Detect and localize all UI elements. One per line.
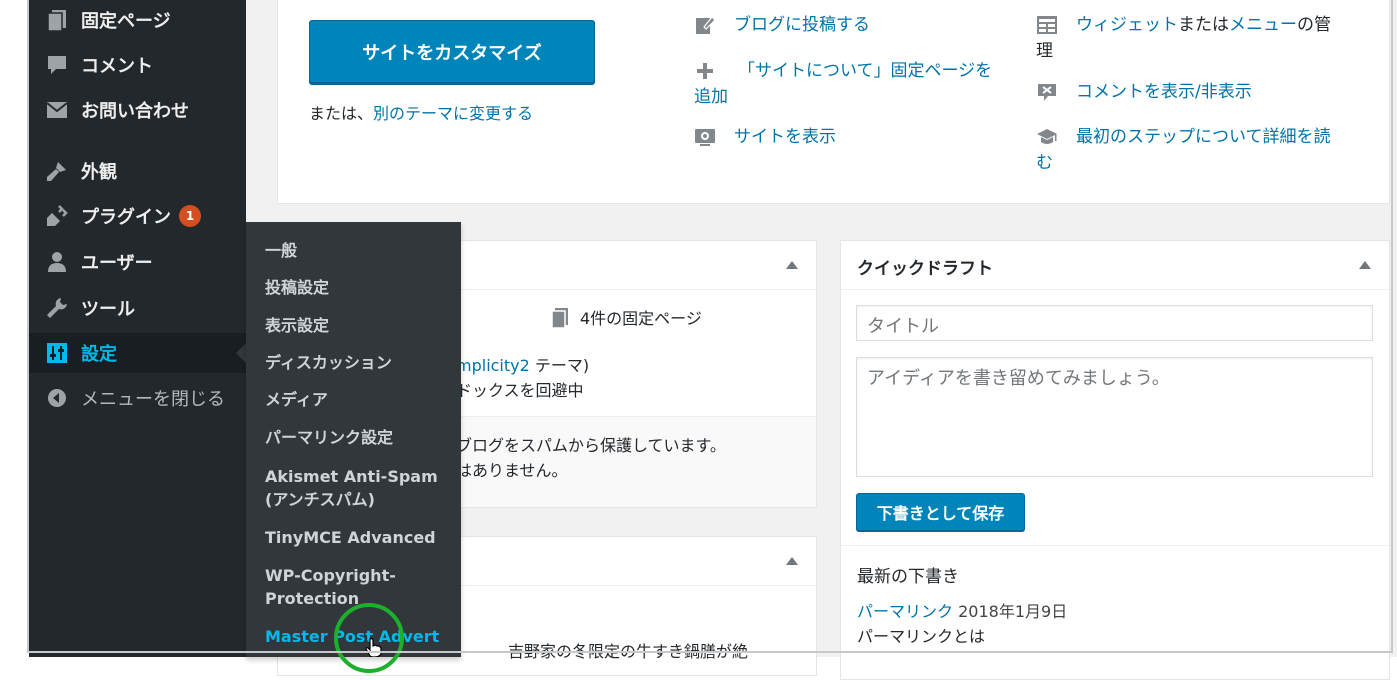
sidebar-item-label: ツール [81, 299, 135, 320]
sidebar-item-label: ユーザー [81, 253, 153, 274]
draft-content-textarea[interactable]: アイディアを書き留めてみましょう。 [856, 357, 1373, 477]
sidebar-item-comments[interactable]: コメント [29, 45, 246, 85]
submenu-arrow [236, 343, 246, 363]
manage-text-wrap: 理 [1036, 41, 1053, 61]
submenu-discussion[interactable]: ディスカッション [265, 351, 455, 374]
write-post-label: ブログに投稿する [734, 15, 870, 35]
toggle-comments-link[interactable]: コメントを表示/非表示 [1036, 79, 1376, 105]
at-a-glance-toggle-icon[interactable] [786, 261, 798, 269]
sidebar-item-label: 設定 [81, 344, 117, 365]
quick-draft-toggle-icon[interactable] [1359, 261, 1371, 269]
toggle-comments-label: コメントを表示/非表示 [1076, 82, 1252, 102]
view-site-link[interactable]: サイトを表示 [694, 124, 1014, 150]
pages-count-icon [551, 308, 568, 329]
change-theme-link[interactable]: 別のテーマに変更する [373, 104, 533, 123]
draft-excerpt: パーマリンクとは [857, 627, 986, 646]
learn-more-label-2: む [1036, 153, 1053, 173]
submenu-reading[interactable]: 表示設定 [265, 314, 455, 337]
sidebar-item-pages[interactable]: 固定ページ [29, 0, 246, 40]
user-icon [45, 250, 69, 274]
plugin-update-badge: 1 [179, 205, 201, 227]
sidebar-item-label: お問い合わせ [81, 101, 189, 122]
sidebar-collapse-menu[interactable]: メニューを閉じる [29, 378, 246, 418]
sidebar-item-tools[interactable]: ツール [29, 288, 246, 328]
draft-date: 2018年1月9日 [958, 602, 1068, 621]
activity-post-link[interactable]: 吉野家の冬限定の牛すき鍋膳が絶 [508, 638, 748, 662]
submenu-media[interactable]: メディア [265, 388, 455, 411]
submenu-tinymce[interactable]: TinyMCE Advanced [265, 526, 455, 549]
add-about-page-label-2: 追加 [694, 87, 728, 107]
quick-draft-divider [841, 545, 1389, 546]
submenu-general[interactable]: 一般 [265, 239, 455, 262]
sidebar-item-settings[interactable]: 設定 [29, 333, 246, 373]
widgets-menus-icon [1037, 16, 1057, 34]
draft-title-link[interactable]: パーマリンク [857, 602, 953, 621]
change-theme-prefix: または、 [309, 104, 374, 123]
customize-site-button[interactable]: サイトをカスタマイズ [309, 20, 595, 83]
quick-draft-title: クイックドラフト [857, 259, 993, 279]
widgets-or-text: または [1178, 15, 1229, 35]
mail-icon [45, 98, 69, 122]
manage-text: の管 [1297, 15, 1331, 35]
sidebar-item-label: 固定ページ [81, 11, 171, 32]
settings-sliders-icon [45, 341, 69, 365]
manage-widgets-menus: ウィジェットまたはメニューの管 理 [1036, 12, 1376, 64]
sidebar-item-appearance[interactable]: 外観 [29, 151, 246, 191]
hand-cursor-icon [365, 638, 382, 657]
write-post-link[interactable]: ブログに投稿する [694, 12, 1014, 38]
view-site-label: サイトを表示 [734, 127, 836, 147]
learn-more-label-1: 最初のステップについて詳細を読 [1076, 127, 1331, 147]
admin-sidebar: 固定ページ コメント お問い合わせ 外観 プラグイン 1 ユーザー ツール 設定… [29, 0, 246, 657]
learn-more-link[interactable]: 最初のステップについて詳細を読 む [1036, 124, 1376, 176]
pages-count-link[interactable]: 4件の固定ページ [580, 305, 702, 329]
graduation-cap-icon [1037, 129, 1057, 144]
akismet-text-2: はありません。 [456, 461, 568, 480]
add-about-page-label-1: 「サイトについて」固定ページを [738, 61, 993, 81]
collapse-arrow-icon [45, 386, 69, 410]
sidebar-item-label: 外観 [81, 162, 117, 183]
recent-drafts-heading: 最新の下書き [857, 567, 959, 587]
save-draft-button[interactable]: 下書きとして保存 [856, 493, 1025, 531]
change-theme-text: または、別のテーマに変更する [309, 100, 533, 124]
sidebar-item-label: メニューを閉じる [81, 389, 225, 410]
wrench-icon [45, 296, 69, 320]
akismet-text-1: ブログをスパムから保護しています。 [456, 436, 726, 455]
plus-icon [697, 63, 713, 79]
theme-suffix: テーマ) [529, 356, 590, 375]
sidebar-item-contact[interactable]: お問い合わせ [29, 90, 246, 130]
widgets-link[interactable]: ウィジェット [1076, 15, 1178, 35]
comments-off-icon [1038, 84, 1056, 101]
activity-toggle-icon[interactable] [786, 557, 798, 565]
pages-icon [45, 8, 69, 32]
settings-submenu: 一般 投稿設定 表示設定 ディスカッション メディア パーマリンク設定 Akis… [246, 222, 461, 657]
submenu-akismet[interactable]: Akismet Anti-Spam (アンチスパム) [265, 465, 455, 511]
draft-title-input[interactable]: タイトル [856, 305, 1373, 341]
sidebar-item-users[interactable]: ユーザー [29, 242, 246, 282]
view-site-icon [695, 129, 715, 146]
draft-item: パーマリンク 2018年1月9日 [857, 598, 1067, 622]
edit-pencil-icon [696, 16, 716, 34]
comment-icon [45, 53, 69, 77]
theme-info: mplicity2 テーマ) [456, 352, 589, 376]
sidebar-item-label: コメント [81, 56, 153, 77]
sidebar-item-plugins[interactable]: プラグイン 1 [29, 196, 246, 236]
menus-link[interactable]: メニュー [1229, 15, 1297, 35]
screen: サイトをカスタマイズ または、別のテーマに変更する ブログに投稿する 「サイトに… [0, 0, 1397, 680]
theme-link[interactable]: mplicity2 [456, 356, 530, 375]
add-about-page-link[interactable]: 「サイトについて」固定ページを 追加 [694, 58, 1024, 110]
search-engine-link[interactable]: ドックスを回避中 [456, 377, 584, 401]
submenu-permalinks[interactable]: パーマリンク設定 [265, 426, 455, 449]
sidebar-item-label: プラグイン [81, 207, 171, 228]
submenu-writing[interactable]: 投稿設定 [265, 276, 455, 299]
appearance-brush-icon [45, 159, 69, 183]
plugin-icon [45, 204, 69, 228]
